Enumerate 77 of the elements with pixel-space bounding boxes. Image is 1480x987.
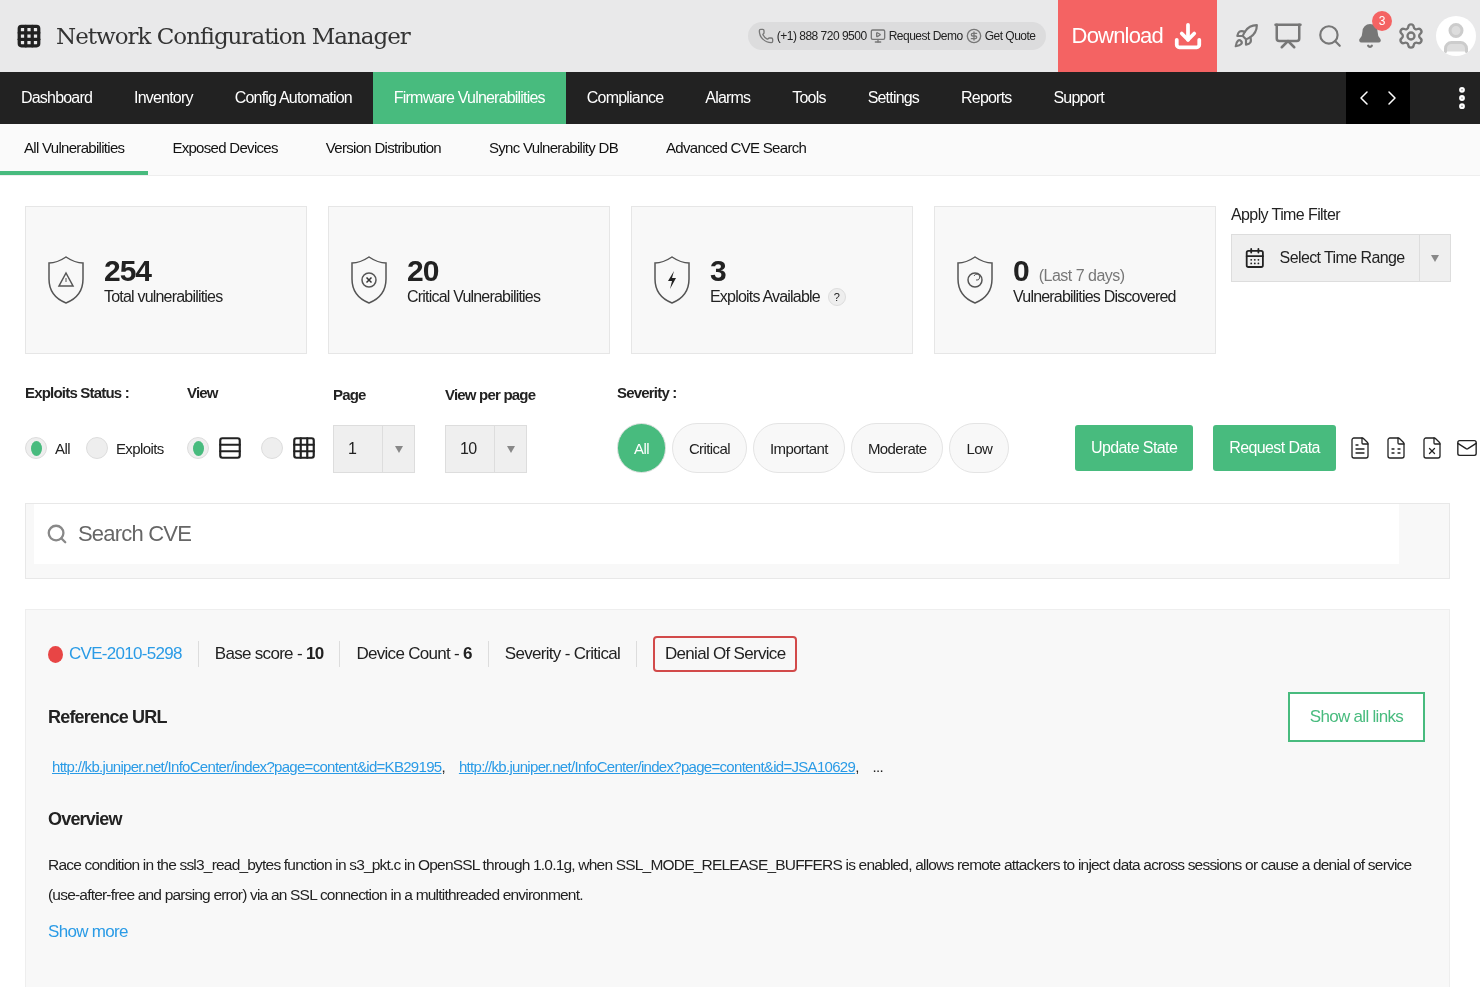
- category-tag: Denial Of Service: [653, 636, 798, 672]
- get-quote-link[interactable]: Get Quote: [984, 29, 1036, 43]
- radio-button[interactable]: [261, 437, 283, 459]
- radio-button[interactable]: [25, 437, 47, 459]
- help-icon[interactable]: ?: [827, 288, 846, 306]
- base-score: Base score - 10: [214, 644, 324, 664]
- comma-text: ,: [855, 758, 859, 775]
- nav-tab[interactable]: Config Automation: [213, 72, 373, 124]
- radio-label: All: [55, 439, 70, 457]
- severity-chip[interactable]: Low: [949, 423, 1010, 473]
- filter-label: Severity :: [617, 384, 678, 401]
- phone-link[interactable]: (+1) 888 720 9500: [776, 29, 867, 43]
- stat-note: (Last 7 days): [1038, 267, 1125, 285]
- time-filter-label: Apply Time Filter: [1231, 206, 1342, 224]
- stat-label: Critical Vulnerabilities: [407, 288, 541, 306]
- stat-label: Total vulnerabilities: [104, 288, 223, 306]
- filter-label: Page: [333, 386, 367, 403]
- overview-text: Race condition in the ssl3_read_bytes function in s3_pkt.c in OpenSSL through 1.0.1g, when SSL_MODE_RELEASE_BUFFERS is enabled, allows remote attackers to inject data across sessions or cause a denial of service (use-after-free and parsing error) via an SSL connection in a multithreaded environment.: [48, 855, 1413, 905]
- app-grid-icon[interactable]: [16, 23, 42, 49]
- severity-chip[interactable]: Important: [752, 423, 845, 473]
- severity-chip[interactable]: Critical: [671, 423, 747, 473]
- stat-value: 3: [710, 254, 726, 288]
- nav-tab[interactable]: Support: [1032, 72, 1125, 124]
- nav-tab[interactable]: Tools: [771, 72, 847, 124]
- dollar-icon: [965, 28, 982, 44]
- nav-tab[interactable]: Inventory: [113, 72, 214, 124]
- caret-icon: [1430, 254, 1439, 262]
- stat-label: Exploits Available: [710, 288, 820, 306]
- radio-button[interactable]: [187, 437, 209, 459]
- nav-tab[interactable]: Alarms: [684, 72, 772, 124]
- stat-value: 20: [407, 254, 439, 288]
- phone-icon: [757, 28, 774, 44]
- radio-button[interactable]: [85, 437, 108, 459]
- app-title: Network Configuration Manager: [56, 23, 412, 49]
- stat-label: Vulnerabilities Discovered: [1013, 288, 1176, 306]
- radio-label: Exploits: [115, 439, 164, 457]
- mail-icon[interactable]: [1455, 437, 1478, 459]
- stat-value: 0: [1013, 254, 1029, 288]
- demo-icon: [869, 28, 886, 44]
- page-select[interactable]: 1: [333, 425, 415, 473]
- rocket-icon[interactable]: [1233, 23, 1259, 49]
- notification-badge: 3: [1372, 11, 1392, 31]
- nav-tab[interactable]: Reports: [940, 72, 1033, 124]
- comma-text: ,: [441, 758, 445, 775]
- filter-label: View per page: [445, 386, 537, 403]
- sub-tab[interactable]: All Vulnerabilities: [0, 124, 149, 175]
- search-icon: [46, 523, 68, 545]
- per-page-select[interactable]: 10: [445, 425, 527, 473]
- sub-tab[interactable]: Exposed Devices: [148, 124, 302, 175]
- filter-label: View: [187, 384, 220, 401]
- ellipsis-text: ...: [872, 758, 883, 775]
- search-icon[interactable]: [1317, 23, 1343, 49]
- filter-label: Exploits Status :: [25, 384, 130, 401]
- sub-tab[interactable]: Sync Vulnerability DB: [465, 124, 642, 175]
- stat-value: 254: [104, 254, 152, 288]
- severity-text: Severity - Critical: [504, 644, 620, 664]
- request-demo-link[interactable]: Request Demo: [888, 29, 963, 43]
- presentation-icon[interactable]: [1273, 21, 1303, 51]
- sub-tab[interactable]: Version Distribution: [301, 124, 465, 175]
- settings-icon[interactable]: [1397, 22, 1425, 50]
- search-field[interactable]: Search CVE: [34, 504, 1399, 564]
- list-view-icon: [217, 435, 243, 461]
- caret-icon: [394, 445, 403, 453]
- grid-view-icon: [291, 435, 317, 461]
- time-range-select[interactable]: Select Time Range: [1231, 234, 1451, 282]
- caret-icon: [506, 445, 515, 453]
- sub-tab[interactable]: Advanced CVE Search: [642, 124, 831, 175]
- nav-tab[interactable]: Settings: [846, 72, 941, 124]
- download-icon: [1173, 21, 1203, 51]
- section-heading: Overview: [48, 809, 124, 830]
- notification-icon[interactable]: [1357, 23, 1383, 49]
- section-heading: Reference URL: [48, 706, 167, 728]
- device-count: Device Count - 6: [356, 644, 472, 664]
- nav-tab[interactable]: Dashboard: [0, 72, 114, 124]
- severity-chip[interactable]: Moderate: [850, 423, 944, 473]
- nav-tab[interactable]: Compliance: [565, 72, 685, 124]
- calendar-icon: [1244, 247, 1266, 269]
